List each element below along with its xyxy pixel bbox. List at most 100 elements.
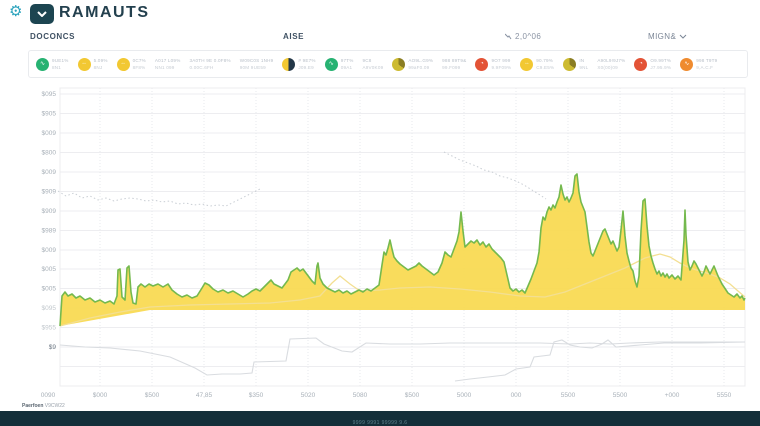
stat-item-16[interactable]: ∿998 T9T99,A.C.F: [680, 58, 717, 71]
svg-text:5080: 5080: [353, 392, 368, 399]
svg-text:$989: $989: [42, 227, 57, 234]
stat-item-lines: 3A0TH 9E 0.0F8% 0.00C.6FH: [189, 58, 230, 70]
stat-item-8[interactable]: 9C8A9V0K09: [363, 58, 384, 70]
stat-item-lines: 5.09%8NJ: [94, 58, 108, 70]
stat-item-3[interactable]: A017 L09%NN1 099: [155, 58, 181, 70]
stat-item-lines: A017 L09%NN1 099: [155, 58, 181, 70]
svg-text:0090: 0090: [41, 392, 56, 399]
svg-text:5000: 5000: [457, 392, 472, 399]
svg-text:$909: $909: [42, 188, 57, 195]
dashboard-window: ⚙ RAMAUTS DOCONCS AISE 2,0^06 MIGN& ∿ 9UE…: [0, 0, 760, 426]
stat-item-2[interactable]: ◦◦0C7%8F8%: [117, 58, 146, 71]
stat-line-2: 0.00C.6FH: [189, 65, 230, 70]
price-chart[interactable]: $095$905$009$800$009$909$909$989$009$005…: [0, 85, 760, 408]
stat-line-1: AO9L.G9%: [408, 58, 433, 63]
stat-line-1: A90L9!9J7%: [597, 58, 625, 63]
stat-item-15[interactable]: ◔O9.99T%J7.95.9%: [634, 58, 671, 71]
stat-item-11[interactable]: ◔9O7 9999.9F09%: [475, 58, 511, 71]
stat-line-1: 5.09%: [94, 58, 108, 63]
stat-line-1: 3A0TH 9E 0.0F8%: [189, 58, 230, 63]
stat-item-9[interactable]: AO9L.G9% 99aF0.09: [392, 58, 433, 71]
svg-text:+000: +000: [665, 392, 680, 399]
footer-note: Paerfoen V9CW22: [22, 403, 65, 409]
stat-line-1: 9UE1%: [52, 58, 69, 63]
stat-item-0[interactable]: ∿9UE1%8N1: [36, 58, 69, 71]
stat-item-lines: # 9E7%J09.E9: [298, 58, 315, 70]
stat-line-1: 90.79%: [536, 58, 554, 63]
stat-line-2: 90M 9UE59: [240, 65, 274, 70]
pie-olive-icon: [392, 58, 405, 71]
series-reference-b: [444, 152, 546, 199]
stat-line-1: 97T%: [341, 58, 354, 63]
stat-item-lines: 9O7 9999.9F09%: [491, 58, 511, 70]
stat-line-2: A9V0K09: [363, 65, 384, 70]
stat-item-lines: O9.99T%J7.95.9%: [650, 58, 671, 70]
stat-item-13[interactable]: IN9NL: [563, 58, 588, 71]
stat-line-2: 9.9F09%: [491, 65, 511, 70]
bottom-status-bar: 9999 9991 99999 9.6: [0, 411, 760, 426]
stat-item-4[interactable]: 3A0TH 9E 0.0F8% 0.00C.6FH: [189, 58, 230, 70]
wave-icon: ∿: [325, 58, 338, 71]
nav-menu[interactable]: MIGN&: [648, 32, 687, 41]
svg-text:5500: 5500: [613, 392, 628, 399]
stat-item-lines: A90L9!9J7% X0(00)09: [597, 58, 625, 70]
app-title: RAMAUTS: [59, 4, 150, 22]
wave-icon: ∿: [680, 58, 693, 71]
svg-text:$009: $009: [42, 169, 57, 176]
svg-text:$005: $005: [42, 286, 57, 293]
stat-line-2: X0(00)09: [597, 65, 625, 70]
settings-gear-icon[interactable]: ⚙: [9, 3, 22, 21]
stat-item-5[interactable]: W09C0S 1NH9 90M 9UE59: [240, 58, 274, 70]
x-axis-labels: 0090$000$50047,85$35050205080$5005000000…: [41, 392, 732, 399]
stat-item-lines: 9UE1% 8N1: [52, 58, 69, 70]
svg-text:$9: $9: [49, 344, 57, 351]
svg-text:$800: $800: [42, 149, 57, 156]
svg-text:$000: $000: [93, 392, 108, 399]
status-bar-text: 9999 9991 99999 9.6: [353, 420, 408, 426]
footer-note-value: V9CW22: [45, 403, 65, 409]
stat-line-2: 99aF0.09: [408, 65, 433, 70]
svg-text:$095: $095: [42, 305, 57, 312]
app-logo[interactable]: [30, 4, 54, 24]
stat-item-14[interactable]: A90L9!9J7% X0(00)09: [597, 58, 625, 70]
nav-metric[interactable]: 2,0^06: [505, 32, 541, 41]
svg-text:$905: $905: [42, 110, 57, 117]
stat-item-6[interactable]: # 9E7%J09.E9: [282, 58, 315, 71]
stat-item-lines: AO9L.G9% 99aF0.09: [408, 58, 433, 70]
y-axis-labels: $095$905$009$800$009$909$909$989$009$005…: [42, 91, 57, 351]
nav-menu-label: MIGN&: [648, 32, 676, 41]
stat-item-12[interactable]: ◦◦90.79%C9.E5%: [520, 58, 554, 71]
stat-item-1[interactable]: ◦◦5.09%8NJ: [78, 58, 108, 71]
nav-item-doconcs[interactable]: DOCONCS: [30, 32, 75, 41]
pie-red-icon: ◔: [475, 58, 488, 71]
svg-text:5500: 5500: [561, 392, 576, 399]
stat-item-lines: 0C7%8F8%: [133, 58, 146, 70]
chevron-down-icon: [679, 34, 687, 39]
stat-line-1: IN: [579, 58, 588, 63]
stat-item-lines: IN9NL: [579, 58, 588, 70]
stat-item-10[interactable]: 988 89T9&99.F099: [442, 58, 466, 70]
nav-item-aise[interactable]: AISE: [283, 32, 304, 41]
svg-text:$009: $009: [42, 247, 57, 254]
svg-text:$005: $005: [42, 266, 57, 273]
stat-line-2: 8F8%: [133, 65, 146, 70]
chevron-down-icon: [37, 11, 47, 17]
pie-dark-icon: [282, 58, 295, 71]
stat-item-lines: 97T% 09A1: [341, 58, 354, 70]
dots-icon: ◦◦: [117, 58, 130, 71]
stat-item-7[interactable]: ∿97T% 09A1: [325, 58, 354, 71]
stat-line-1: W09C0S 1NH9: [240, 58, 274, 63]
stat-item-lines: 998 T9T99,A.C.F: [696, 58, 717, 70]
stat-line-2: 8N1: [52, 65, 69, 70]
stat-item-lines: 90.79%C9.E5%: [536, 58, 554, 70]
svg-text:$500: $500: [145, 392, 160, 399]
stat-line-2: 99.F099: [442, 65, 466, 70]
stat-line-2: 09A1: [341, 65, 354, 70]
stat-line-1: # 9E7%: [298, 58, 315, 63]
stat-line-2: J7.95.9%: [650, 65, 671, 70]
dots-icon: ◦◦: [78, 58, 91, 71]
price-chart-svg[interactable]: $095$905$009$800$009$909$909$989$009$005…: [0, 85, 760, 408]
series-secondary-a: [60, 338, 745, 375]
stat-line-2: NN1 099: [155, 65, 181, 70]
dots-icon: ◦◦: [520, 58, 533, 71]
